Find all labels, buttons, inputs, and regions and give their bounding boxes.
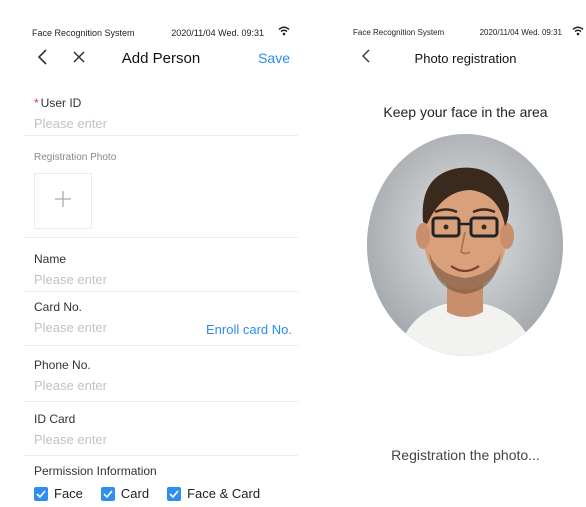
- checkbox-card[interactable]: Card: [100, 486, 150, 501]
- name-label: Name: [34, 252, 67, 266]
- checkbox-label: Face & Card: [187, 486, 261, 501]
- phone-no-field: Phone No. Please enter: [24, 346, 298, 402]
- registration-photo-field: Registration Photo: [24, 136, 298, 238]
- photo-registration-screen: Face Recognition System 2020/11/04 Wed. …: [345, 22, 586, 501]
- name-field: Name Please enter: [24, 238, 298, 292]
- id-card-input[interactable]: Please enter: [34, 432, 298, 447]
- phone-no-input[interactable]: Please enter: [34, 378, 298, 393]
- face-position-prompt: Keep your face in the area: [383, 104, 548, 120]
- permission-label: Permission Information: [34, 464, 157, 478]
- page-title: Photo registration: [414, 51, 517, 66]
- wifi-icon: [572, 26, 584, 38]
- nav-bar: Add Person Save: [24, 42, 298, 76]
- checkbox-face-and-card[interactable]: Face & Card: [167, 486, 260, 501]
- checkbox-label: Card: [120, 486, 150, 501]
- status-datetime: 2020/11/04 Wed. 09:31: [479, 28, 562, 37]
- person-form: * User ID Please enter Registration Photo…: [24, 78, 298, 501]
- registration-photo-label: Registration Photo: [34, 152, 117, 163]
- user-id-field: * User ID Please enter: [24, 78, 298, 136]
- card-no-label: Card No.: [34, 300, 83, 314]
- nav-bar: Photo registration: [345, 42, 586, 76]
- checkbox-checked-icon: [100, 486, 115, 501]
- phone-no-label: Phone No.: [34, 358, 91, 372]
- user-id-label: * User ID: [34, 96, 82, 110]
- add-photo-button[interactable]: [34, 173, 92, 229]
- card-no-field: Card No. Please enter Enroll card No.: [24, 292, 298, 346]
- required-mark: *: [34, 96, 39, 110]
- wifi-icon: [278, 26, 290, 38]
- face-capture-area: [367, 134, 563, 356]
- permission-options: Face Card Face & Card: [34, 486, 298, 501]
- face-photo: [367, 134, 563, 356]
- add-person-screen: Face Recognition System 2020/11/04 Wed. …: [24, 22, 298, 501]
- checkbox-checked-icon: [34, 486, 48, 501]
- save-button[interactable]: Save: [258, 50, 290, 66]
- checkbox-face[interactable]: Face: [34, 486, 83, 501]
- id-card-label: ID Card: [34, 412, 76, 426]
- page-title: Add Person: [121, 50, 201, 67]
- status-datetime: 2020/11/04 Wed. 09:31: [171, 28, 264, 38]
- app-name: Face Recognition System: [32, 28, 135, 38]
- checkbox-label: Face: [54, 486, 83, 501]
- id-card-field: ID Card Please enter: [24, 402, 298, 456]
- enroll-card-button[interactable]: Enroll card No.: [206, 322, 292, 337]
- checkbox-checked-icon: [167, 486, 182, 501]
- app-name: Face Recognition System: [353, 28, 445, 37]
- status-bar: Face Recognition System 2020/11/04 Wed. …: [345, 22, 586, 42]
- status-bar: Face Recognition System 2020/11/04 Wed. …: [24, 22, 298, 42]
- plus-icon: [53, 189, 73, 214]
- name-input[interactable]: Please enter: [34, 272, 298, 287]
- registration-status: Registration the photo...: [391, 447, 540, 463]
- permission-field: Permission Information Face Card Face & …: [24, 456, 298, 501]
- user-id-input[interactable]: Please enter: [34, 116, 298, 131]
